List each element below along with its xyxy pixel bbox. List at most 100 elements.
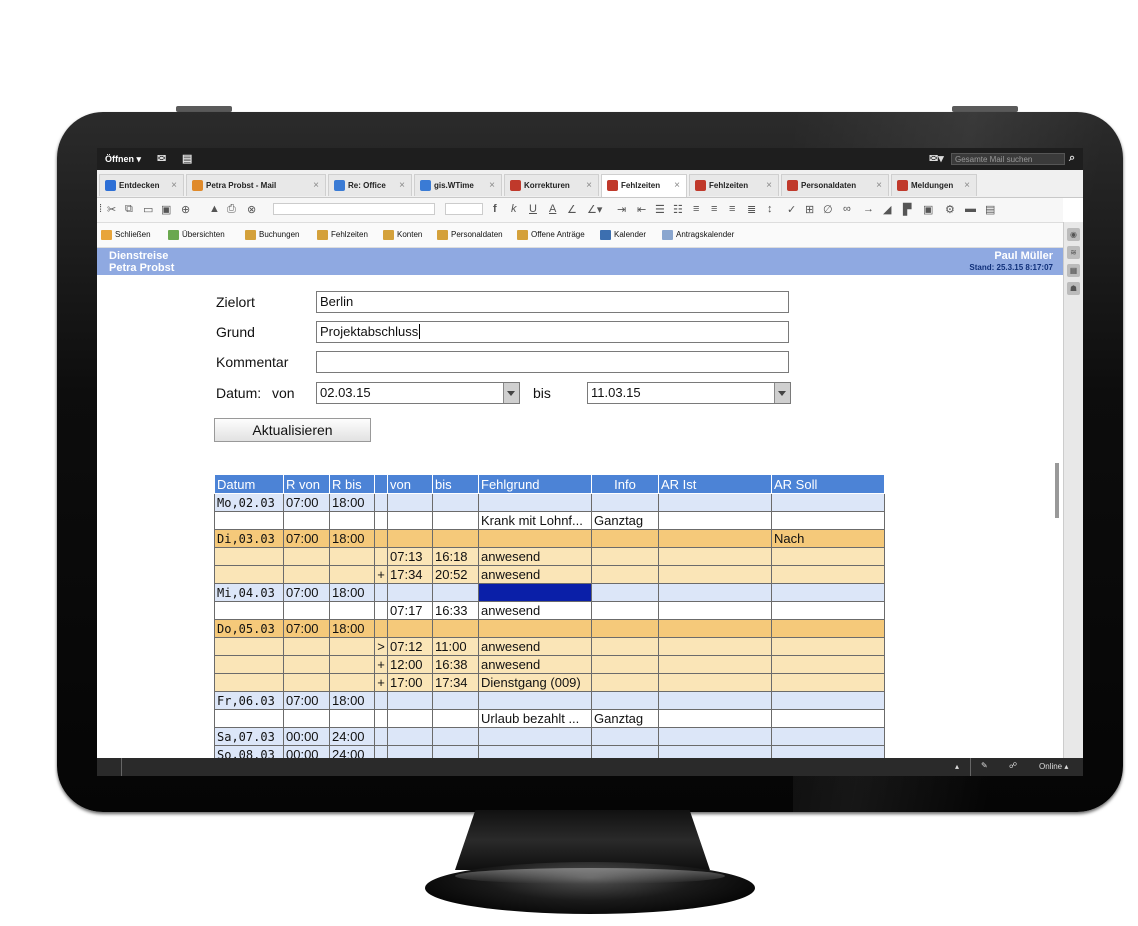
table-cell[interactable] bbox=[432, 493, 479, 512]
table-cell[interactable]: 18:00 bbox=[329, 583, 375, 602]
arrow-icon[interactable]: → bbox=[863, 203, 874, 215]
table-cell[interactable]: anwesend bbox=[478, 655, 592, 674]
table-cell[interactable] bbox=[771, 637, 885, 656]
table-cell[interactable] bbox=[771, 673, 885, 692]
tab-gis-wtime[interactable]: gis.WTime × bbox=[414, 174, 502, 196]
mail-dropdown-icon[interactable]: ✉▾ bbox=[929, 152, 944, 165]
table-cell[interactable] bbox=[329, 601, 375, 620]
table-cell[interactable]: + bbox=[374, 565, 388, 584]
table-cell[interactable]: 18:00 bbox=[329, 691, 375, 710]
column-header[interactable]: Info bbox=[591, 474, 659, 494]
table-cell[interactable] bbox=[214, 637, 284, 656]
table-cell[interactable] bbox=[478, 691, 592, 710]
table-cell[interactable] bbox=[387, 583, 433, 602]
feed-icon[interactable]: ≋ bbox=[1067, 246, 1080, 259]
table-cell[interactable]: Do,05.03 bbox=[214, 619, 284, 638]
table-cell[interactable] bbox=[478, 583, 592, 602]
table-cell[interactable]: > bbox=[374, 637, 388, 656]
table-cell[interactable]: 18:00 bbox=[329, 619, 375, 638]
table-cell[interactable] bbox=[432, 709, 479, 728]
table-row[interactable]: Do,05.03 07:00 18:00 bbox=[214, 619, 885, 638]
table-cell[interactable] bbox=[658, 493, 772, 512]
table-cell[interactable] bbox=[432, 511, 479, 530]
mail-icon[interactable]: ✉ bbox=[157, 152, 166, 165]
column-header[interactable]: AR Ist bbox=[658, 474, 772, 494]
table-cell[interactable]: 18:00 bbox=[329, 529, 375, 548]
table-icon[interactable]: ⊞ bbox=[805, 203, 814, 216]
highlight-icon[interactable]: ∠ bbox=[567, 203, 577, 216]
table-row[interactable]: Sa,07.03 00:00 24:00 bbox=[214, 727, 885, 746]
text-style-icon[interactable]: f bbox=[493, 203, 497, 215]
columns-icon[interactable]: ▤ bbox=[985, 203, 995, 216]
table-cell[interactable]: 17:00 bbox=[387, 673, 433, 692]
table-cell[interactable] bbox=[478, 493, 592, 512]
table-cell[interactable] bbox=[283, 547, 330, 566]
table-cell[interactable] bbox=[591, 655, 659, 674]
bullet-list-icon[interactable]: ☰ bbox=[655, 203, 665, 216]
action-requests[interactable]: Offene Anträge bbox=[517, 230, 585, 240]
copy-icon[interactable]: ⧉ bbox=[125, 203, 133, 216]
table-cell[interactable] bbox=[387, 727, 433, 746]
table-row[interactable]: Krank mit Lohnf... Ganztag bbox=[214, 511, 885, 530]
table-cell[interactable] bbox=[374, 619, 388, 638]
table-cell[interactable] bbox=[374, 511, 388, 530]
table-cell[interactable]: 18:00 bbox=[329, 493, 375, 512]
column-header[interactable]: bis bbox=[432, 474, 479, 494]
column-header[interactable]: R von bbox=[283, 474, 330, 494]
table-cell[interactable]: Mo,02.03 bbox=[214, 493, 284, 512]
action-booking[interactable]: Buchungen bbox=[245, 230, 299, 240]
table-cell[interactable]: Dienstgang (009) bbox=[478, 673, 592, 692]
table-cell[interactable] bbox=[658, 619, 772, 638]
close-icon[interactable]: × bbox=[876, 175, 882, 196]
link-icon[interactable]: ∞ bbox=[843, 203, 851, 215]
table-cell[interactable] bbox=[283, 565, 330, 584]
table-cell[interactable] bbox=[329, 565, 375, 584]
table-cell[interactable] bbox=[214, 673, 284, 692]
font-color-icon[interactable]: A bbox=[549, 203, 556, 215]
table-cell[interactable]: Sa,07.03 bbox=[214, 727, 284, 746]
table-cell[interactable] bbox=[771, 547, 885, 566]
table-cell[interactable] bbox=[658, 691, 772, 710]
table-cell[interactable] bbox=[658, 565, 772, 584]
table-cell[interactable] bbox=[478, 727, 592, 746]
date-to-select[interactable]: 11.03.15 bbox=[587, 382, 791, 404]
table-cell[interactable]: anwesend bbox=[478, 565, 592, 584]
table-cell[interactable] bbox=[591, 565, 659, 584]
attach-icon[interactable]: ∅ bbox=[823, 203, 833, 216]
table-cell[interactable]: 00:00 bbox=[283, 727, 330, 746]
table-row[interactable]: +17:34 20:52 anwesend bbox=[214, 565, 885, 584]
table-cell[interactable] bbox=[374, 727, 388, 746]
table-cell[interactable]: Fr,06.03 bbox=[214, 691, 284, 710]
table-cell[interactable]: Ganztag bbox=[591, 709, 659, 728]
table-cell[interactable] bbox=[329, 637, 375, 656]
table-cell[interactable] bbox=[387, 511, 433, 530]
table-cell[interactable] bbox=[387, 529, 433, 548]
paste-icon[interactable]: ▭ bbox=[143, 203, 153, 216]
menu-list-icon[interactable]: ▤ bbox=[182, 152, 192, 165]
table-cell[interactable]: + bbox=[374, 673, 388, 692]
compose-icon[interactable]: ✎ bbox=[981, 761, 988, 770]
tab-meldungen[interactable]: Meldungen × bbox=[891, 174, 977, 196]
indent-icon[interactable]: ⇥ bbox=[617, 203, 626, 216]
table-cell[interactable] bbox=[771, 709, 885, 728]
table-cell[interactable] bbox=[658, 709, 772, 728]
table-cell[interactable]: Ganztag bbox=[591, 511, 659, 530]
tools-icon[interactable]: ⚙ bbox=[945, 203, 955, 216]
table-cell[interactable]: Krank mit Lohnf... bbox=[478, 511, 592, 530]
table-cell[interactable] bbox=[283, 655, 330, 674]
stop-icon[interactable]: ⊗ bbox=[247, 203, 256, 216]
frame-icon[interactable]: ▣ bbox=[923, 203, 933, 216]
table-cell[interactable] bbox=[214, 547, 284, 566]
table-row[interactable]: Mi,04.03 07:00 18:00 bbox=[214, 583, 885, 602]
table-cell[interactable] bbox=[214, 565, 284, 584]
table-cell[interactable] bbox=[432, 727, 479, 746]
online-status[interactable]: Online ▴ bbox=[1039, 762, 1068, 771]
table-row[interactable]: Di,03.03 07:00 18:00 Nach bbox=[214, 529, 885, 548]
italic-icon[interactable]: k bbox=[511, 203, 517, 215]
table-cell[interactable] bbox=[214, 655, 284, 674]
table-cell[interactable] bbox=[771, 655, 885, 674]
table-cell[interactable] bbox=[658, 511, 772, 530]
action-close-app[interactable]: Schließen bbox=[101, 230, 151, 240]
table-cell[interactable] bbox=[283, 673, 330, 692]
table-cell[interactable] bbox=[374, 601, 388, 620]
